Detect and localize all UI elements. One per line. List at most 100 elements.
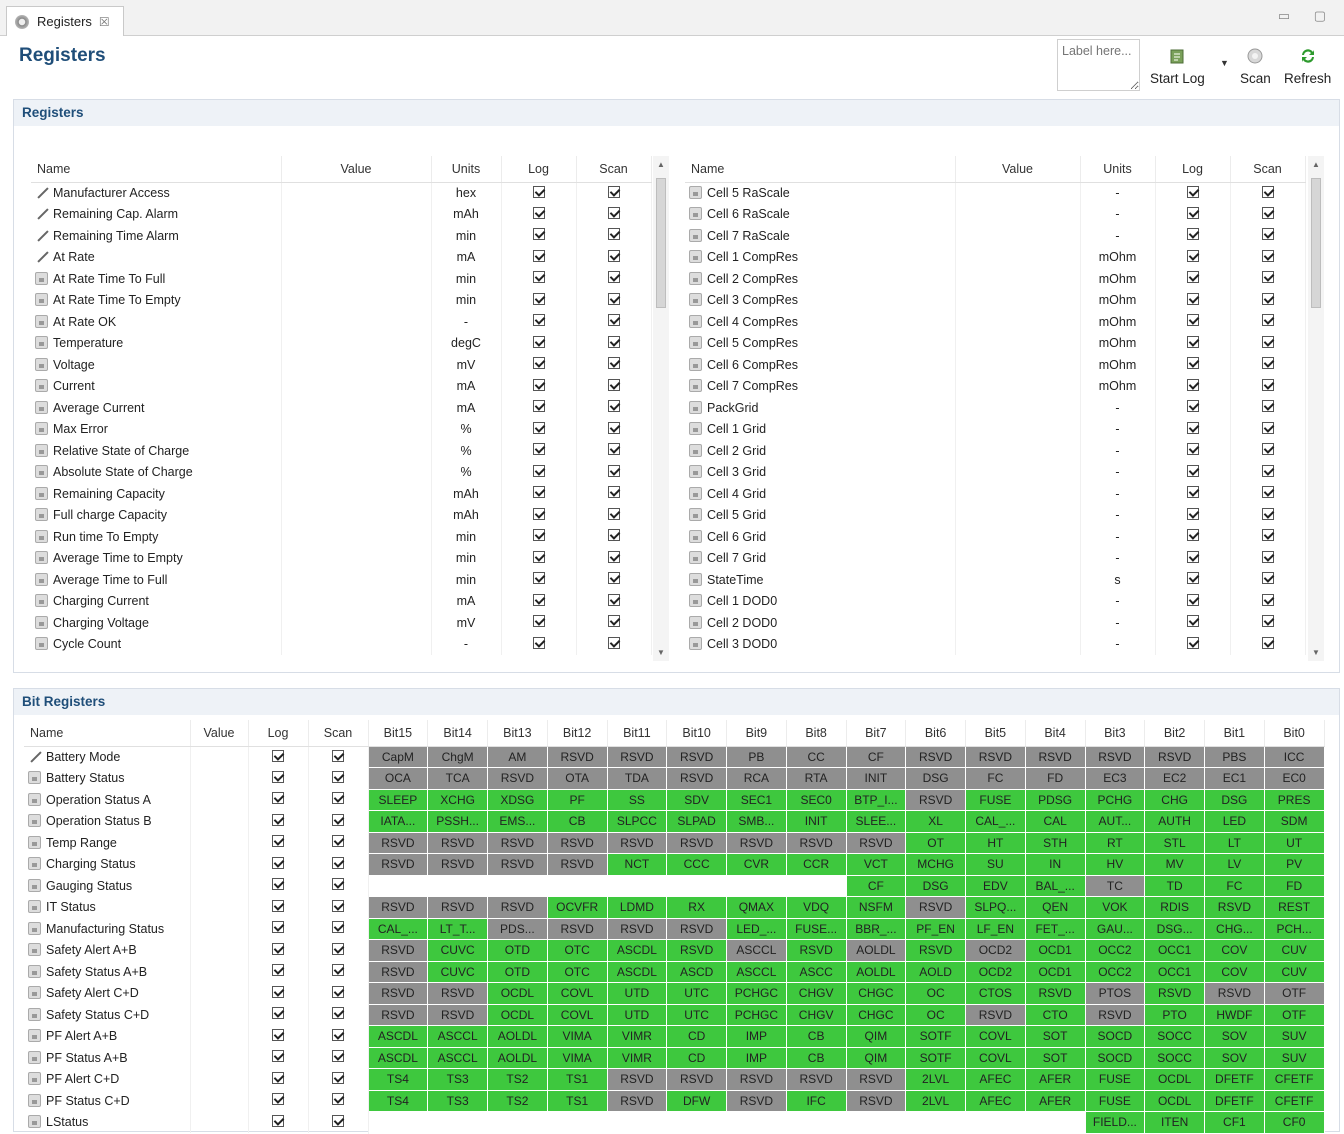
table-row[interactable]: PackGrid -: [685, 397, 1306, 419]
log-checkbox[interactable]: [1186, 335, 1199, 348]
table-row[interactable]: At Rate OK -: [31, 311, 652, 333]
scan-checkbox[interactable]: [607, 507, 620, 520]
scan-checkbox[interactable]: [1261, 464, 1274, 477]
log-checkbox[interactable]: [1186, 615, 1199, 628]
log-checkbox[interactable]: [272, 749, 284, 762]
log-checkbox[interactable]: [272, 985, 284, 998]
refresh-button[interactable]: Refresh: [1284, 47, 1331, 86]
table-row[interactable]: Cycle Count -: [31, 633, 652, 655]
log-checkbox[interactable]: [532, 615, 545, 628]
table-row[interactable]: Cell 1 DOD0 -: [685, 590, 1306, 612]
right-scrollbar[interactable]: ▲ ▼: [1308, 156, 1324, 661]
scan-checkbox[interactable]: [332, 899, 344, 912]
scan-checkbox[interactable]: [607, 357, 620, 370]
table-row[interactable]: Cell 5 RaScale -: [685, 182, 1306, 204]
log-checkbox[interactable]: [272, 964, 284, 977]
scan-checkbox[interactable]: [1261, 486, 1274, 499]
table-row[interactable]: Temperature degC: [31, 332, 652, 354]
table-row[interactable]: Charging Current mA: [31, 590, 652, 612]
log-checkbox[interactable]: [1186, 443, 1199, 456]
col-log[interactable]: Log: [1155, 156, 1231, 183]
log-checkbox[interactable]: [272, 856, 284, 869]
table-row[interactable]: Max Error%: [31, 418, 652, 440]
scan-checkbox[interactable]: [332, 792, 344, 805]
scan-checkbox[interactable]: [607, 593, 620, 606]
col-name[interactable]: Name: [24, 720, 191, 747]
scan-checkbox[interactable]: [1261, 314, 1274, 327]
table-row[interactable]: Temp Range RSVD RSVD RSVD RSVD RSVD RSVD RSVD RS…: [24, 832, 1325, 854]
scan-checkbox[interactable]: [1261, 593, 1274, 606]
table-row[interactable]: Run time To Empty min: [31, 526, 652, 548]
table-row[interactable]: Battery Status OCA TCA RSVD OTA TDA RSVD RCA RTA…: [24, 767, 1325, 790]
table-row[interactable]: PF Status A+B ASCDL ASCCL AOLDL VIMA VIMR CD IM…: [24, 1047, 1325, 1069]
scan-checkbox[interactable]: [1261, 572, 1274, 585]
log-checkbox[interactable]: [532, 292, 545, 305]
log-checkbox[interactable]: [272, 942, 284, 955]
col-bit6[interactable]: Bit6: [905, 720, 966, 747]
chevron-down-icon[interactable]: ▼: [1220, 58, 1229, 68]
scan-checkbox[interactable]: [607, 292, 620, 305]
log-checkbox[interactable]: [272, 1028, 284, 1041]
log-checkbox[interactable]: [1186, 593, 1199, 606]
table-row[interactable]: Safety Status A+B RSVD CUVC OTD OTC ASCDL ASCD…: [24, 961, 1325, 983]
col-bit11[interactable]: Bit11: [607, 720, 668, 747]
col-bit3[interactable]: Bit3: [1085, 720, 1146, 747]
scan-checkbox[interactable]: [332, 770, 344, 783]
col-bit5[interactable]: Bit5: [965, 720, 1026, 747]
log-checkbox[interactable]: [532, 335, 545, 348]
table-row[interactable]: Charging Voltage mV: [31, 612, 652, 634]
scan-checkbox[interactable]: [1261, 529, 1274, 542]
scan-checkbox[interactable]: [1261, 400, 1274, 413]
log-checkbox[interactable]: [532, 486, 545, 499]
scan-checkbox[interactable]: [607, 636, 620, 649]
scan-checkbox[interactable]: [332, 964, 344, 977]
log-checkbox[interactable]: [272, 792, 284, 805]
log-checkbox[interactable]: [272, 813, 284, 826]
table-row[interactable]: Cell 6 CompRes mOhm: [685, 354, 1306, 376]
scroll-down-icon[interactable]: ▼: [1312, 648, 1320, 657]
col-bit2[interactable]: Bit2: [1144, 720, 1205, 747]
table-row[interactable]: Cell 3 CompRes mOhm: [685, 289, 1306, 311]
col-bit10[interactable]: Bit10: [666, 720, 727, 747]
log-checkbox[interactable]: [1186, 550, 1199, 563]
table-row[interactable]: LStatus FIELD... ITEN CF1 CF0: [24, 1111, 1325, 1134]
scan-checkbox[interactable]: [1261, 443, 1274, 456]
scan-checkbox[interactable]: [607, 400, 620, 413]
table-row[interactable]: Cell 2 Grid -: [685, 440, 1306, 462]
table-row[interactable]: Cell 3 Grid -: [685, 461, 1306, 483]
log-checkbox[interactable]: [532, 378, 545, 391]
log-checkbox[interactable]: [1186, 400, 1199, 413]
table-row[interactable]: Remaining Time Alarm min: [31, 225, 652, 247]
table-row[interactable]: Safety Status C+D RSVD RSVD OCDL COVL UTD UTC P…: [24, 1004, 1325, 1026]
scan-checkbox[interactable]: [1261, 507, 1274, 520]
scan-checkbox[interactable]: [1261, 206, 1274, 219]
col-bit4[interactable]: Bit4: [1025, 720, 1086, 747]
table-row[interactable]: Cell 7 RaScale -: [685, 225, 1306, 247]
table-row[interactable]: PF Alert A+B ASCDL ASCCL AOLDL VIMA VIMR CD IMP…: [24, 1025, 1325, 1048]
table-row[interactable]: Cell 7 CompRes mOhm: [685, 375, 1306, 397]
scan-checkbox[interactable]: [332, 878, 344, 891]
table-row[interactable]: Cell 3 DOD0 -: [685, 633, 1306, 655]
log-checkbox[interactable]: [532, 636, 545, 649]
scroll-down-icon[interactable]: ▼: [657, 648, 665, 657]
col-bit9[interactable]: Bit9: [726, 720, 787, 747]
col-bit7[interactable]: Bit7: [846, 720, 907, 747]
table-row[interactable]: At Rate mA: [31, 246, 652, 268]
scan-checkbox[interactable]: [607, 314, 620, 327]
col-bit13[interactable]: Bit13: [487, 720, 548, 747]
scan-checkbox[interactable]: [607, 572, 620, 585]
log-checkbox[interactable]: [532, 443, 545, 456]
table-row[interactable]: Manufacturing Status CAL_... LT_T... PDS...…: [24, 918, 1325, 940]
scan-checkbox[interactable]: [607, 464, 620, 477]
table-row[interactable]: PF Status C+D TS4 TS3 TS2 TS1 RSVD DFW RSVD IFC R…: [24, 1090, 1325, 1112]
col-log[interactable]: Log: [501, 156, 577, 183]
col-scan[interactable]: Scan: [576, 156, 652, 183]
log-checkbox[interactable]: [1186, 249, 1199, 262]
scan-checkbox[interactable]: [607, 486, 620, 499]
log-checkbox[interactable]: [1186, 185, 1199, 198]
log-checkbox[interactable]: [532, 550, 545, 563]
table-row[interactable]: Cell 4 Grid -: [685, 483, 1306, 505]
log-checkbox[interactable]: [532, 185, 545, 198]
log-checkbox[interactable]: [532, 572, 545, 585]
log-checkbox[interactable]: [272, 1114, 284, 1127]
